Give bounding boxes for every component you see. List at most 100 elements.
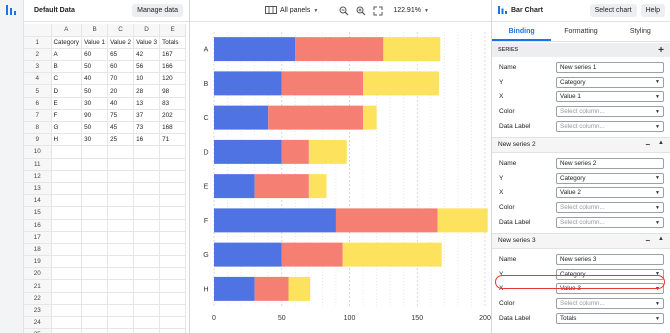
grid-cell[interactable] [133,328,161,333]
grid-cell[interactable] [133,304,161,318]
grid-cell[interactable] [133,292,161,305]
grid-column-header[interactable]: E [159,24,187,37]
grid-cell[interactable] [51,170,83,183]
grid-cell[interactable] [51,243,83,257]
grid-cell[interactable] [133,279,161,293]
grid-cell[interactable] [133,145,161,159]
bar-segment[interactable] [295,37,384,62]
bar-segment[interactable] [214,276,255,301]
grid-cell[interactable]: 40 [81,72,109,86]
zoom-dropdown[interactable]: 122.91% ▼ [388,4,434,17]
grid-cell[interactable]: Totals [159,36,187,49]
grid-cell[interactable]: 28 [133,84,161,98]
grid-cell[interactable] [51,328,83,333]
bar-segment[interactable] [214,105,269,130]
grid-cell[interactable] [107,328,135,333]
grid-cell[interactable] [51,231,83,244]
collapse-chevron-icon[interactable]: ▲ [658,236,664,245]
grid-cell[interactable] [81,231,109,244]
bar-segment[interactable] [281,242,343,267]
x-column-select[interactable]: Value 1 ▼ [556,91,664,103]
grid-column-header[interactable]: D [133,24,161,37]
remove-series-icon[interactable]: − [645,140,650,149]
bar-segment[interactable] [254,174,309,199]
y-column-select[interactable]: Category ▼ [556,76,664,88]
grid-column-header[interactable]: B [81,24,109,37]
grid-cell[interactable] [51,255,83,269]
grid-cell[interactable] [133,219,161,232]
grid-column-header[interactable]: A [51,24,83,37]
data-label-column-select[interactable]: Totals ▼ [556,313,664,325]
grid-cell[interactable] [133,206,161,220]
grid-cell[interactable] [81,292,109,305]
grid-cell[interactable] [159,316,187,330]
grid-cell[interactable] [81,304,109,318]
grid-cell[interactable] [107,231,135,244]
data-label-column-select[interactable]: Select column... ▼ [556,121,664,133]
grid-cell[interactable] [81,316,109,330]
grid-cell[interactable]: 56 [133,60,161,74]
collapse-chevron-icon[interactable]: ▲ [658,140,664,149]
grid-cell[interactable]: 30 [81,97,109,110]
grid-cell[interactable] [107,316,135,330]
grid-cell[interactable] [133,158,161,171]
grid-cell[interactable] [51,279,83,293]
tab-formatting[interactable]: Formatting [551,22,610,41]
grid-cell[interactable] [107,158,135,171]
grid-cell[interactable] [51,304,83,318]
bar-chart[interactable]: 0 50 100 150 200 A B C D E F G H [190,22,491,333]
grid-cell[interactable] [107,194,135,208]
bar-chart-icon[interactable] [6,5,18,15]
grid-cell[interactable] [133,170,161,183]
grid-cell[interactable]: 167 [159,48,187,62]
grid-cell[interactable] [51,182,83,196]
grid-cell[interactable] [51,194,83,208]
zoom-in-icon[interactable] [354,4,367,17]
color-column-select[interactable]: Select column... ▼ [556,202,664,214]
grid-cell[interactable]: 50 [81,60,109,74]
grid-cell[interactable]: 42 [133,48,161,62]
add-series-icon[interactable]: + [658,45,664,56]
bar-segment[interactable] [214,208,336,233]
grid-cell[interactable]: 25 [107,133,135,147]
grid-cell[interactable] [107,304,135,318]
manage-data-button[interactable]: Manage data [132,4,183,17]
grid-cell[interactable]: 65 [107,48,135,62]
bar-segment[interactable] [268,105,364,130]
grid-cell[interactable]: 98 [159,84,187,98]
grid-cell[interactable]: D [51,84,83,98]
grid-cell[interactable]: C [51,72,83,86]
grid-cell[interactable] [159,231,187,244]
bar-segment[interactable] [437,208,488,233]
grid-cell[interactable] [159,243,187,257]
bar-segment[interactable] [214,71,282,96]
grid-cell[interactable]: B [51,60,83,74]
grid-cell[interactable] [159,206,187,220]
binding-scroll[interactable]: SERIES + Name New series 1 Y Category ▼ X Valu… [492,43,670,333]
grid-cell[interactable] [51,316,83,330]
bar-segment[interactable] [335,208,438,233]
grid-cell[interactable]: Value 2 [107,36,135,49]
grid-cell[interactable] [51,267,83,281]
grid-cell[interactable] [159,194,187,208]
bar-segment[interactable] [214,139,282,164]
name-field[interactable]: New series 3 [556,253,664,265]
grid-cell[interactable] [81,243,109,257]
tab-styling[interactable]: Styling [611,22,670,41]
grid-cell[interactable] [81,170,109,183]
grid-cell[interactable] [159,304,187,318]
grid-cell[interactable] [51,206,83,220]
grid-cell[interactable] [107,279,135,293]
grid-cell[interactable] [51,145,83,159]
bar-segment[interactable] [308,174,327,199]
grid-cell[interactable]: E [51,97,83,110]
grid-cell[interactable] [81,267,109,281]
grid-cell[interactable]: 202 [159,109,187,123]
grid-cell[interactable] [51,292,83,305]
grid-cell[interactable]: 16 [133,133,161,147]
grid-cell[interactable]: Value 3 [133,36,161,49]
grid-cell[interactable] [133,267,161,281]
grid-cell[interactable] [159,158,187,171]
help-button[interactable]: Help [640,4,665,17]
remove-series-icon[interactable]: − [645,236,650,245]
